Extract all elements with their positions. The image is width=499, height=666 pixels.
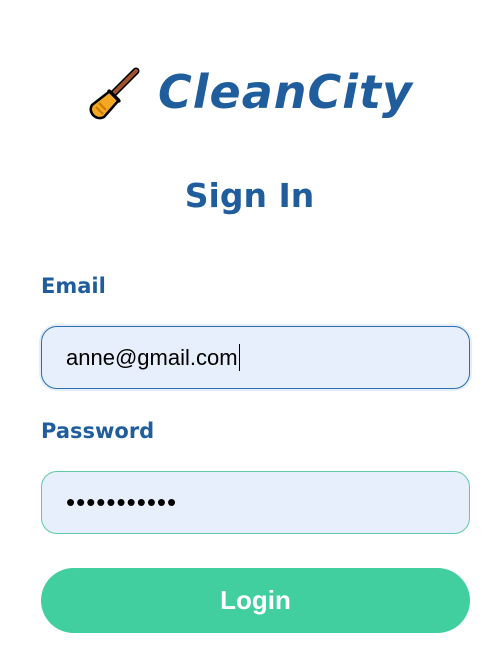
sign-in-card: CleanCity Sign In Email anne@gmail.com P… — [0, 0, 499, 666]
email-label: Email — [41, 274, 106, 298]
password-field[interactable]: ••••••••••• — [41, 471, 470, 534]
brand-header: CleanCity — [0, 60, 499, 124]
email-field[interactable]: anne@gmail.com — [41, 326, 470, 389]
page-title: Sign In — [184, 176, 315, 215]
brand-name: CleanCity — [157, 65, 413, 119]
password-label: Password — [41, 419, 155, 443]
password-value: ••••••••••• — [66, 487, 178, 517]
broom-icon — [89, 67, 140, 120]
text-caret — [238, 344, 241, 371]
email-value: anne@gmail.com — [66, 344, 238, 370]
login-button[interactable]: Login — [41, 568, 470, 633]
